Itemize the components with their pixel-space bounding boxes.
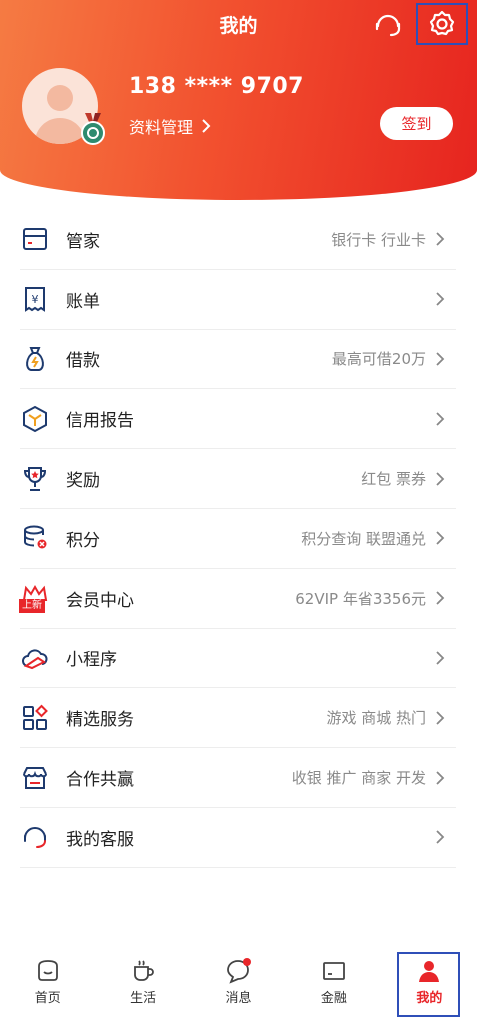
profile-management-link[interactable]: 资料管理 — [129, 114, 211, 138]
chevron-right-icon — [436, 770, 445, 785]
card-icon — [20, 224, 50, 254]
chevron-right-icon — [436, 232, 445, 247]
menu-item-label: 精选服务 — [66, 710, 134, 731]
menu-item-label: 我的客服 — [66, 829, 134, 850]
menu-item-label: 信用报告 — [66, 411, 134, 432]
trophy-icon — [20, 464, 50, 494]
menu-list: 管家 银行卡 行业卡 ¥ 账单 借款 最高可借20万 信用报告 奖励 红包 票券 — [19, 210, 456, 868]
checkin-button[interactable]: 签到 — [380, 107, 453, 140]
menu-item-label: 小程序 — [66, 650, 117, 671]
menu-item-points[interactable]: 积分 积分查询 联盟通兑 — [20, 509, 456, 569]
bill-icon: ¥ — [20, 284, 50, 314]
gear-icon — [429, 10, 455, 36]
points-coins-icon — [20, 523, 50, 553]
tab-label: 消息 — [225, 991, 252, 1006]
menu-item-label: 积分 — [66, 530, 100, 551]
store-icon — [20, 763, 50, 793]
cloud-icon — [20, 643, 50, 673]
chevron-right-icon — [436, 531, 445, 546]
cup-icon — [134, 960, 154, 981]
settings-button[interactable] — [416, 3, 468, 45]
menu-item-label: 奖励 — [66, 471, 100, 492]
menu-item-guanjia[interactable]: 管家 银行卡 行业卡 — [20, 210, 456, 270]
chevron-right-icon — [436, 711, 445, 725]
profile-management-label: 资料管理 — [129, 118, 194, 137]
user-phone: 138 **** 9707 — [129, 74, 304, 99]
menu-item-bill[interactable]: ¥ 账单 — [20, 270, 456, 330]
menu-item-sub: 积分查询 联盟通兑 — [301, 529, 426, 548]
message-icon — [226, 958, 251, 984]
tab-life[interactable]: 生活 — [95, 945, 190, 1021]
menu-item-credit-report[interactable]: 信用报告 — [20, 389, 456, 450]
home-icon — [37, 960, 58, 981]
customer-service-button[interactable] — [370, 6, 406, 42]
tab-label: 首页 — [34, 991, 61, 1006]
menu-item-label: 管家 — [66, 231, 100, 252]
credit-cube-icon — [20, 404, 50, 434]
menu-item-mini-program[interactable]: 小程序 — [20, 629, 456, 689]
menu-item-sub: 收银 推广 商家 开发 — [291, 769, 426, 788]
menu-item-membership[interactable]: 上新 会员中心 62VIP 年省3356元 — [19, 569, 456, 629]
chevron-right-icon — [436, 412, 445, 426]
menu-item-label: 借款 — [66, 351, 100, 372]
menu-item-label: 会员中心 — [66, 590, 134, 611]
finance-card-icon — [323, 962, 345, 980]
chevron-right-icon — [436, 830, 445, 844]
menu-item-loan[interactable]: 借款 最高可借20万 — [20, 330, 456, 390]
active-tab-highlight — [397, 952, 460, 1017]
chevron-right-icon — [436, 591, 445, 605]
svg-text:¥: ¥ — [32, 293, 39, 306]
chevron-right-icon — [436, 471, 445, 486]
chevron-right-icon — [436, 352, 445, 366]
tab-messages[interactable]: 消息 — [191, 945, 286, 1021]
menu-item-sub: 游戏 商城 热门 — [326, 709, 426, 728]
member-medal-icon — [80, 113, 106, 145]
grid-apps-icon — [20, 703, 50, 733]
headset-icon — [375, 14, 401, 37]
tab-finance[interactable]: 金融 — [286, 945, 381, 1021]
menu-item-label: 账单 — [66, 291, 100, 312]
chevron-right-icon — [436, 651, 445, 665]
menu-item-sub: 62VIP 年省3356元 — [295, 589, 426, 608]
chevron-right-icon — [436, 292, 445, 306]
menu-item-sub: 红包 票券 — [361, 470, 426, 489]
loan-bag-icon — [20, 344, 50, 374]
menu-item-sub: 最高可借20万 — [331, 350, 426, 369]
tab-home[interactable]: 首页 — [0, 945, 95, 1021]
menu-item-partnership[interactable]: 合作共赢 收银 推广 商家 开发 — [20, 748, 456, 808]
headset-icon — [20, 822, 50, 852]
menu-item-rewards[interactable]: 奖励 红包 票券 — [20, 449, 456, 509]
crown-icon: 上新 — [19, 583, 50, 614]
menu-item-customer-service[interactable]: 我的客服 — [20, 808, 456, 868]
new-badge: 上新 — [19, 599, 45, 614]
tab-label: 生活 — [130, 991, 157, 1006]
chevron-right-icon — [202, 119, 211, 133]
menu-item-sub: 银行卡 行业卡 — [331, 230, 426, 249]
menu-item-featured-services[interactable]: 精选服务 游戏 商城 热门 — [20, 688, 456, 749]
tab-label: 金融 — [320, 991, 347, 1006]
menu-item-label: 合作共赢 — [66, 770, 134, 791]
